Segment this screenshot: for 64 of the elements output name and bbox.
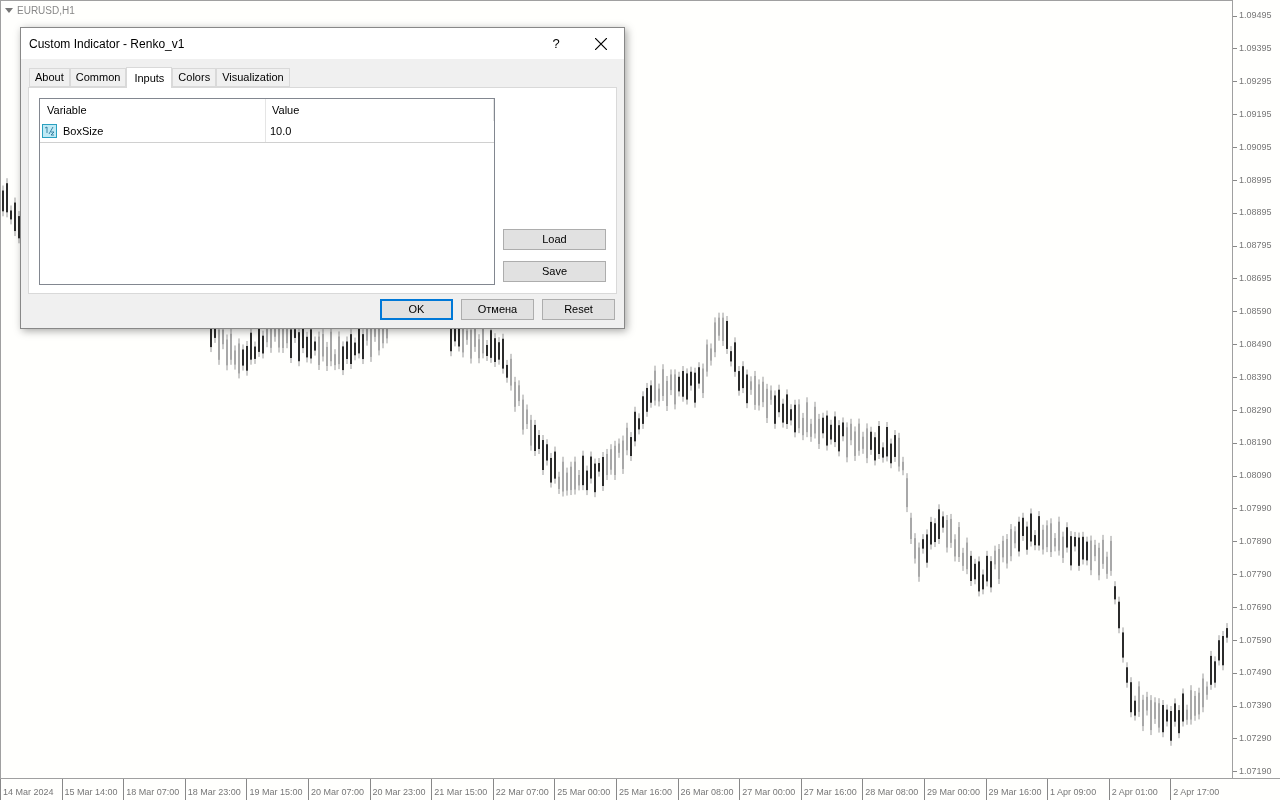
help-button[interactable]: ?: [534, 28, 578, 59]
tab[interactable]: Colors: [172, 68, 217, 87]
price-label: 1.07290: [1239, 732, 1272, 746]
dialog-button[interactable]: Отмена: [461, 299, 534, 320]
side-button[interactable]: Load: [503, 229, 606, 250]
time-label: 15 Mar 14:00: [64, 787, 118, 797]
price-label: 1.07490: [1239, 666, 1272, 680]
time-label: 2 Apr 01:00: [1111, 787, 1158, 797]
time-label: 18 Mar 07:00: [126, 787, 180, 797]
price-label: 1.09495: [1239, 9, 1272, 23]
time-label: 25 Mar 16:00: [618, 787, 672, 797]
price-label: 1.07690: [1239, 600, 1272, 614]
tab[interactable]: Inputs: [126, 67, 173, 88]
price-label: 1.09395: [1239, 42, 1272, 56]
time-label: 27 Mar 00:00: [742, 787, 796, 797]
dialog-title: Custom Indicator - Renko_v1: [29, 35, 186, 53]
fraction-icon: [42, 124, 59, 139]
price-label: 1.07990: [1239, 502, 1272, 516]
price-label: 1.08290: [1239, 403, 1272, 417]
time-label: 26 Mar 08:00: [680, 787, 734, 797]
time-label: 20 Mar 23:00: [372, 787, 426, 797]
price-label: 1.09095: [1239, 140, 1272, 154]
time-label: 21 Mar 15:00: [434, 787, 488, 797]
dialog-button[interactable]: Reset: [542, 299, 615, 320]
time-label: 28 Mar 08:00: [865, 787, 919, 797]
price-label: 1.07390: [1239, 699, 1272, 713]
price-label: 1.08390: [1239, 370, 1272, 384]
side-button[interactable]: Save: [503, 261, 606, 282]
price-label: 1.09295: [1239, 74, 1272, 88]
dialog-button[interactable]: OK: [380, 299, 453, 320]
tab[interactable]: Common: [69, 68, 127, 87]
close-icon: [595, 37, 607, 50]
price-label: 1.07190: [1239, 765, 1272, 778]
time-label: 1 Apr 09:00: [1050, 787, 1097, 797]
price-label: 1.07890: [1239, 535, 1272, 548]
price-label: 1.08490: [1239, 337, 1272, 351]
price-label: 1.07590: [1239, 633, 1272, 647]
time-label: 29 Mar 00:00: [926, 787, 980, 797]
value-cell[interactable]: 10.0: [266, 123, 292, 140]
variable-cell-text: BoxSize: [63, 124, 104, 140]
tab[interactable]: Visualization: [216, 68, 290, 87]
price-label: 1.07790: [1239, 567, 1272, 581]
time-label: 2 Apr 17:00: [1173, 787, 1220, 797]
price-label: 1.08190: [1239, 436, 1272, 450]
tab[interactable]: About: [29, 68, 70, 87]
price-label: 1.08795: [1239, 239, 1272, 253]
time-label: 29 Mar 16:00: [988, 787, 1042, 797]
symbol-label: EURUSD,H1: [17, 4, 75, 18]
time-label: 22 Mar 07:00: [495, 787, 549, 797]
time-label: 27 Mar 16:00: [803, 787, 857, 797]
price-label: 1.08695: [1239, 272, 1272, 286]
time-label: 19 Mar 15:00: [249, 787, 303, 797]
time-label: 18 Mar 23:00: [187, 787, 241, 797]
time-label: 25 Mar 00:00: [557, 787, 611, 797]
column-header[interactable]: Value: [266, 99, 494, 121]
column-header[interactable]: Variable: [40, 99, 266, 121]
price-label: 1.09195: [1239, 107, 1272, 121]
price-label: 1.08090: [1239, 469, 1272, 483]
price-label: 1.08590: [1239, 305, 1272, 318]
price-label: 1.08895: [1239, 206, 1272, 220]
time-label: 20 Mar 07:00: [310, 787, 364, 797]
price-label: 1.08995: [1239, 173, 1272, 187]
dropdown-triangle-icon[interactable]: [5, 7, 13, 14]
time-label: 14 Mar 2024: [3, 787, 54, 797]
